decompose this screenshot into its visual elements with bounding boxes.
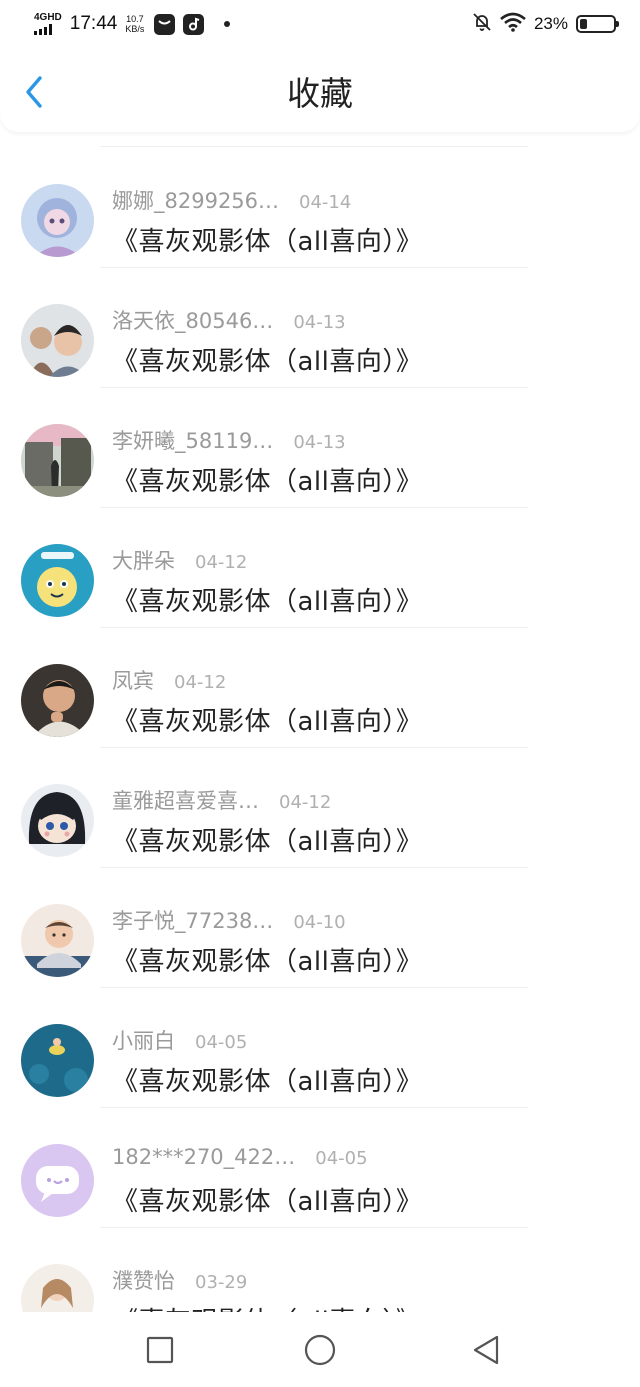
username[interactable]: 182***270_422…	[112, 1145, 295, 1169]
favorite-item[interactable]: 凤宾 04-12 《喜灰观影体（all喜向）》	[0, 627, 640, 748]
favorite-date: 04-14	[299, 192, 352, 213]
favorite-item[interactable]: 娜娜_8299256… 04-14 《喜灰观影体（all喜向）》	[0, 147, 640, 268]
username[interactable]: 濮赞怡	[112, 1265, 175, 1295]
username[interactable]: 大胖朵	[112, 545, 175, 575]
avatar[interactable]	[21, 304, 94, 377]
favorite-date: 04-13	[293, 312, 346, 333]
username[interactable]: 李妍曦_58119…	[112, 425, 273, 455]
work-title[interactable]: 《喜灰观影体（all喜向）》	[112, 581, 422, 618]
favorite-date: 04-12	[174, 672, 227, 693]
username[interactable]: 童雅超喜爱喜…	[112, 785, 259, 815]
work-title[interactable]: 《喜灰观影体（all喜向）》	[112, 821, 422, 858]
favorite-item[interactable]: 李妍曦_58119… 04-13 《喜灰观影体（all喜向）》	[0, 387, 640, 508]
avatar[interactable]	[21, 664, 94, 737]
avatar[interactable]	[21, 184, 94, 257]
wifi-icon	[500, 12, 526, 37]
work-title[interactable]: 《喜灰观影体（all喜向）》	[112, 461, 422, 498]
favorite-date: 04-13	[293, 432, 346, 453]
recents-button[interactable]	[140, 1330, 180, 1370]
message-app-icon	[154, 13, 176, 35]
app-header: 收藏	[0, 48, 640, 132]
favorite-date: 04-10	[293, 912, 346, 933]
work-title[interactable]: 《喜灰观影体（all喜向）》	[112, 1301, 422, 1312]
avatar[interactable]	[21, 1024, 94, 1097]
avatar[interactable]	[21, 904, 94, 977]
avatar[interactable]	[21, 784, 94, 857]
cellular-signal-icon: 4GHD	[34, 13, 62, 35]
favorite-date: 04-12	[279, 792, 332, 813]
avatar[interactable]	[21, 1144, 94, 1217]
avatar[interactable]	[21, 1264, 94, 1312]
nav-back-button[interactable]	[466, 1330, 506, 1370]
home-button[interactable]	[300, 1330, 340, 1370]
network-speed: 10.7 KB/s	[125, 14, 145, 34]
battery-percent: 23%	[533, 14, 568, 33]
work-title[interactable]: 《喜灰观影体（all喜向）》	[112, 341, 422, 378]
avatar[interactable]	[21, 424, 94, 497]
username[interactable]: 小丽白	[112, 1025, 175, 1055]
favorite-item[interactable]: 小丽白 04-05 《喜灰观影体（all喜向）》	[0, 987, 640, 1108]
work-title[interactable]: 《喜灰观影体（all喜向）》	[112, 1061, 422, 1098]
favorite-date: 03-29	[195, 1272, 248, 1293]
work-title[interactable]: 《喜灰观影体（all喜向）》	[112, 1181, 422, 1218]
favorite-item[interactable]: 洛天依_80546… 04-13 《喜灰观影体（all喜向）》	[0, 267, 640, 388]
favorite-date: 04-05	[315, 1148, 368, 1169]
system-nav-bar	[0, 1312, 640, 1387]
square-recents-icon	[146, 1336, 174, 1364]
favorite-item[interactable]: 童雅超喜爱喜… 04-12 《喜灰观影体（all喜向）》	[0, 747, 640, 868]
bell-off-icon	[472, 12, 492, 37]
battery-icon	[576, 15, 619, 33]
favorite-item[interactable]: 李子悦_77238… 04-10 《喜灰观影体（all喜向）》	[0, 867, 640, 988]
music-app-icon	[183, 13, 205, 35]
favorite-item[interactable]: 182***270_422… 04-05 《喜灰观影体（all喜向）》	[0, 1107, 640, 1228]
favorite-item[interactable]: 濮赞怡 03-29 《喜灰观影体（all喜向）》	[0, 1227, 640, 1312]
username[interactable]: 洛天依_80546…	[112, 305, 273, 335]
username[interactable]: 娜娜_8299256…	[112, 185, 279, 215]
notification-dot	[224, 21, 231, 27]
clock: 17:44	[69, 13, 118, 34]
network-type: 4GHD	[34, 12, 62, 23]
work-title[interactable]: 《喜灰观影体（all喜向）》	[112, 221, 422, 258]
battery-level	[580, 19, 588, 29]
favorite-date: 04-12	[195, 552, 248, 573]
page-title: 收藏	[287, 74, 353, 113]
favorites-list[interactable]: 娜娜_8299256… 04-14 《喜灰观影体（all喜向）》 洛天依_805…	[0, 132, 640, 1312]
username[interactable]: 李子悦_77238…	[112, 905, 273, 935]
favorite-date: 04-05	[195, 1032, 248, 1053]
work-title[interactable]: 《喜灰观影体（all喜向）》	[112, 701, 422, 738]
circle-home-icon	[304, 1334, 336, 1366]
avatar[interactable]	[21, 544, 94, 617]
username[interactable]: 凤宾	[112, 665, 154, 695]
triangle-back-icon	[473, 1335, 499, 1365]
status-bar: 4GHD 17:44 10.7 KB/s 23%	[0, 0, 640, 48]
favorite-item[interactable]: 大胖朵 04-12 《喜灰观影体（all喜向）》	[0, 507, 640, 628]
work-title[interactable]: 《喜灰观影体（all喜向）》	[112, 941, 422, 978]
